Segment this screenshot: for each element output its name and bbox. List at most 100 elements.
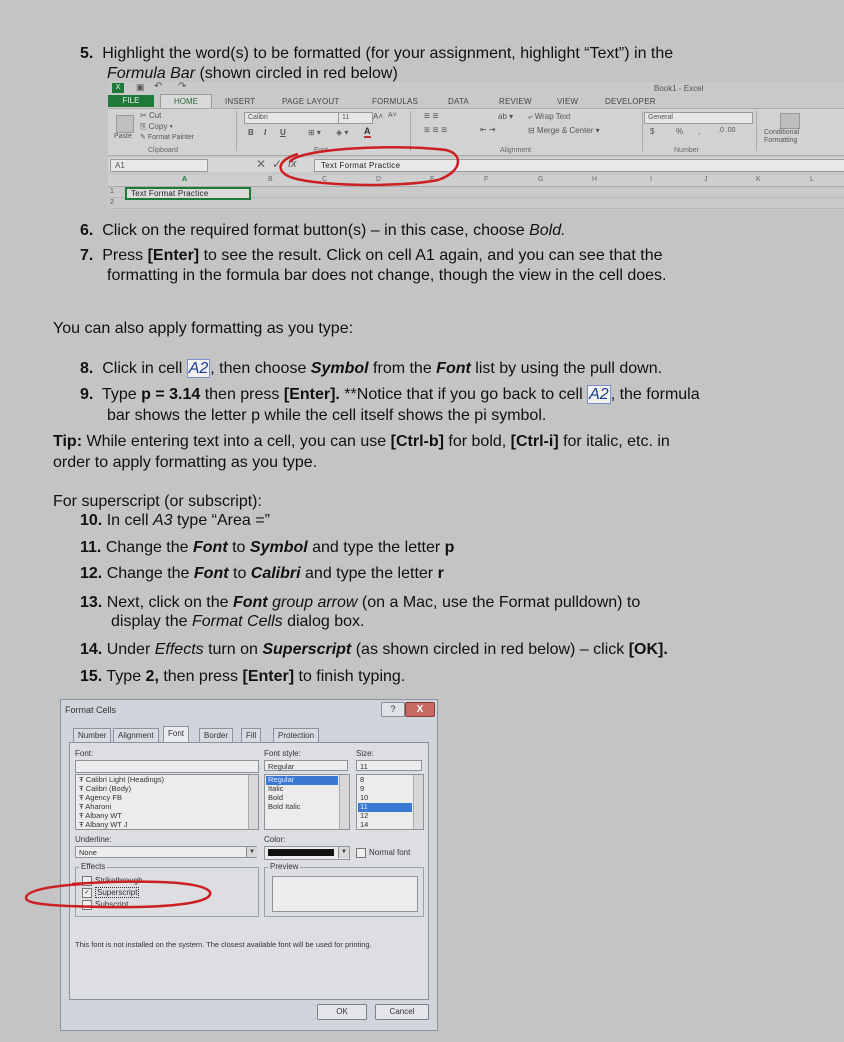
column-header[interactable]: I xyxy=(650,176,652,183)
cancel-icon[interactable]: ✕ xyxy=(256,157,266,171)
column-header[interactable]: F xyxy=(484,176,488,183)
step-10: 10. In cell A3 type “Area =” xyxy=(80,512,270,529)
align-top-icon[interactable]: ≡ ≡ xyxy=(424,111,438,122)
step-number: 8. xyxy=(80,360,94,377)
comma-button[interactable]: , xyxy=(698,127,700,136)
font-list[interactable]: Ŧ Calibri Light (Headings) Ŧ Calibri (Bo… xyxy=(75,774,259,830)
fill-color-icon[interactable]: ◈ ▾ xyxy=(336,128,348,137)
intro-as-you-type: You can also apply formatting as you typ… xyxy=(53,320,354,337)
borders-icon[interactable]: ⊞ ▾ xyxy=(308,128,321,137)
dialog-title: Format Cells xyxy=(65,705,117,715)
paste-button[interactable]: Paste xyxy=(114,133,132,140)
formula-bar: A1 ✕ ✓ fx Text Format Practice xyxy=(108,157,844,172)
size-input[interactable]: 11 xyxy=(356,760,422,771)
step-9: 9. Type p = 3.14 then press [Enter]. **N… xyxy=(80,385,700,404)
undo-icon[interactable]: ↶ xyxy=(154,82,162,92)
indent-icon[interactable]: ⇤ ⇥ xyxy=(480,125,496,134)
column-header[interactable]: K xyxy=(756,176,761,183)
format-painter-button[interactable]: ✎ Format Painter xyxy=(140,133,194,141)
style-list-scrollbar[interactable] xyxy=(339,775,349,829)
cut-button[interactable]: ✂ Cut xyxy=(140,111,161,120)
font-style-input[interactable]: Regular xyxy=(264,760,348,771)
tab-font[interactable]: Font xyxy=(163,726,190,743)
step-13: 13. Next, click on the Font group arrow … xyxy=(80,594,641,611)
bold-button[interactable]: B xyxy=(248,128,254,137)
font-list-scrollbar[interactable] xyxy=(248,775,258,829)
tab-border[interactable]: Border xyxy=(199,728,234,743)
italic-button[interactable]: I xyxy=(264,128,266,137)
size-list-scrollbar[interactable] xyxy=(413,775,423,829)
tab-alignment[interactable]: Alignment xyxy=(113,728,159,743)
chevron-down-icon[interactable]: ▼ xyxy=(246,847,257,857)
column-header[interactable]: J xyxy=(704,176,708,183)
row-header[interactable]: 1 xyxy=(110,188,120,195)
orientation-icon[interactable]: ab ▾ xyxy=(498,112,513,121)
tab-file[interactable]: FILE xyxy=(108,95,154,107)
decimal-icon[interactable]: .0 .00 xyxy=(718,127,736,134)
cell-ref-highlight: A2 xyxy=(186,359,211,378)
brush-icon: ✎ xyxy=(140,134,146,141)
font-size-select[interactable]: 11 xyxy=(338,112,373,124)
row-header[interactable]: 2 xyxy=(110,199,120,206)
column-header[interactable]: A xyxy=(182,176,187,183)
font-name-input[interactable] xyxy=(75,760,259,773)
shrink-font-button[interactable]: A˅ xyxy=(388,112,397,119)
copy-button[interactable]: ⎘ Copy ▾ xyxy=(140,122,173,132)
name-box[interactable]: A1 xyxy=(110,159,208,172)
checkbox-icon xyxy=(356,848,366,858)
wrap-text-button[interactable]: ⤶ Wrap Text xyxy=(528,112,570,122)
tab-formulas[interactable]: FORMULAS xyxy=(372,97,418,106)
tab-data[interactable]: DATA xyxy=(448,97,469,106)
size-list[interactable]: 8 9 10 11 12 14 xyxy=(356,774,424,830)
underline-button[interactable]: U xyxy=(280,128,286,137)
tab-insert[interactable]: INSERT xyxy=(225,97,255,106)
step-number: 12. xyxy=(80,565,103,582)
format-cells-dialog: Format Cells ? X Number Alignment Font B… xyxy=(60,699,438,1031)
tab-view[interactable]: VIEW xyxy=(557,97,578,106)
close-button[interactable]: X xyxy=(405,702,435,717)
color-select[interactable]: ▼ xyxy=(264,846,350,860)
underline-select[interactable]: None xyxy=(75,846,257,858)
help-button[interactable]: ? xyxy=(381,702,405,717)
tab-protection[interactable]: Protection xyxy=(273,728,320,743)
truetype-icon: Ŧ xyxy=(79,811,84,820)
percent-button[interactable]: % xyxy=(676,127,683,136)
align-left-icon[interactable]: ≡ ≡ ≡ xyxy=(424,125,447,136)
step-number: 11. xyxy=(80,539,102,556)
tab-review[interactable]: REVIEW xyxy=(499,97,532,106)
color-label: Color: xyxy=(264,835,286,844)
number-format-select[interactable]: General xyxy=(644,112,753,124)
list-item[interactable]: Bold Italic xyxy=(268,802,301,812)
merge-center-button[interactable]: ⊟ Merge & Center ▾ xyxy=(528,126,600,135)
chevron-down-icon[interactable]: ▼ xyxy=(338,847,349,858)
list-item[interactable]: 14 xyxy=(360,820,368,829)
currency-button[interactable]: $ xyxy=(650,127,654,136)
redo-icon[interactable]: ↷ xyxy=(178,82,186,92)
step-5: 5. Highlight the word(s) to be formatted… xyxy=(80,45,674,62)
save-icon[interactable]: ▣ xyxy=(136,82,145,93)
truetype-icon: Ŧ xyxy=(79,802,84,811)
step-number: 15. xyxy=(80,668,103,685)
tab-number[interactable]: Number xyxy=(73,728,112,743)
tab-developer[interactable]: DEVELOPER xyxy=(605,97,656,106)
cancel-button[interactable]: Cancel xyxy=(375,1004,429,1020)
tab-page-layout[interactable]: PAGE LAYOUT xyxy=(282,97,339,106)
column-header[interactable]: H xyxy=(592,176,597,183)
tab-home[interactable]: HOME xyxy=(160,94,212,109)
list-item[interactable]: Ŧ Albany WT J xyxy=(79,820,128,829)
font-style-list[interactable]: Regular Italic Bold Bold Italic xyxy=(264,774,350,830)
table-row: 2 xyxy=(108,199,844,209)
font-color-button[interactable]: A xyxy=(364,126,371,138)
conditional-formatting-button[interactable]: Conditional xyxy=(764,129,799,136)
ok-button[interactable]: OK xyxy=(317,1004,367,1020)
excel-logo-icon: X xyxy=(112,83,124,93)
tab-fill[interactable]: Fill xyxy=(241,728,262,743)
column-header[interactable]: L xyxy=(810,176,814,183)
grow-font-button[interactable]: A˄ xyxy=(373,112,383,121)
font-name-select[interactable]: Calibri xyxy=(244,112,341,124)
font-style-label: Font style: xyxy=(264,749,301,758)
normal-font-checkbox[interactable]: Normal font xyxy=(356,848,410,858)
table-row: 1 Text Format Practice xyxy=(108,187,844,200)
step-7-line-2: formatting in the formula bar does not c… xyxy=(107,267,667,284)
column-header[interactable]: G xyxy=(538,176,543,183)
